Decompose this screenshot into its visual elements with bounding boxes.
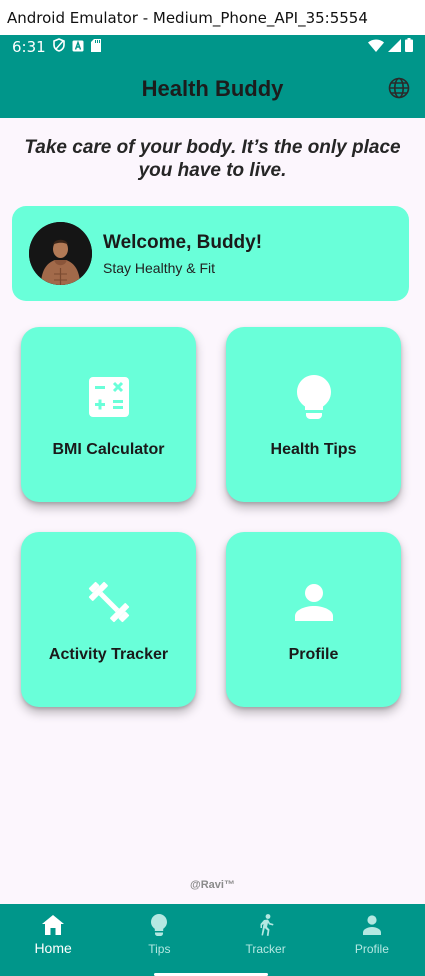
globe-icon[interactable] (387, 76, 411, 100)
lightbulb-icon (151, 913, 168, 937)
wifi-icon (368, 38, 384, 56)
app-title: Health Buddy (141, 75, 284, 101)
profile-tile[interactable]: Profile (226, 532, 401, 707)
bottom-navigation: Home Tips Tracker Profile (0, 904, 425, 976)
nav-label: Tracker (245, 942, 286, 956)
calculator-icon (88, 375, 129, 419)
activity-tracker-tile[interactable]: Activity Tracker (21, 532, 196, 707)
running-icon (257, 913, 275, 937)
status-bar: 6:31 (0, 35, 425, 59)
person-icon (294, 580, 333, 624)
bmi-calculator-tile[interactable]: BMI Calculator (21, 327, 196, 502)
cell-signal-icon (388, 38, 401, 56)
health-tips-tile[interactable]: Health Tips (226, 327, 401, 502)
nav-item-tips[interactable]: Tips (106, 904, 212, 976)
motivational-quote: Take care of your body. It’s the only pl… (24, 137, 401, 181)
status-time: 6:31 (12, 38, 46, 56)
footer-credit: @Ravi™ (190, 879, 235, 891)
shield-icon (52, 38, 65, 56)
nav-label: Home (34, 940, 72, 956)
person-icon (362, 913, 381, 937)
emulator-window-title: Android Emulator - Medium_Phone_API_35:5… (0, 0, 425, 35)
nav-item-tracker[interactable]: Tracker (213, 904, 319, 976)
nav-label: Profile (354, 942, 389, 956)
app-bar: Health Buddy (0, 59, 425, 118)
home-icon (42, 913, 65, 937)
sd-card-icon (90, 38, 101, 56)
tile-label: BMI Calculator (52, 441, 165, 458)
tile-label: Profile (288, 646, 339, 663)
welcome-subtitle: Stay Healthy & Fit (103, 259, 216, 276)
nav-item-profile[interactable]: Profile (319, 904, 425, 976)
nav-label: Tips (148, 942, 171, 956)
tile-label: Activity Tracker (48, 646, 169, 663)
battery-icon (405, 38, 413, 56)
tile-label: Health Tips (270, 441, 357, 458)
welcome-card: Welcome, Buddy! Stay Healthy & Fit (12, 206, 409, 301)
lightbulb-icon (296, 375, 331, 419)
dumbbell-icon (86, 580, 132, 624)
welcome-title: Welcome, Buddy! (103, 231, 263, 253)
a-notification-icon (72, 38, 84, 56)
nav-item-home[interactable]: Home (0, 904, 106, 976)
app-screen: Android Emulator - Medium_Phone_API_35:5… (0, 0, 425, 976)
avatar (29, 222, 92, 285)
